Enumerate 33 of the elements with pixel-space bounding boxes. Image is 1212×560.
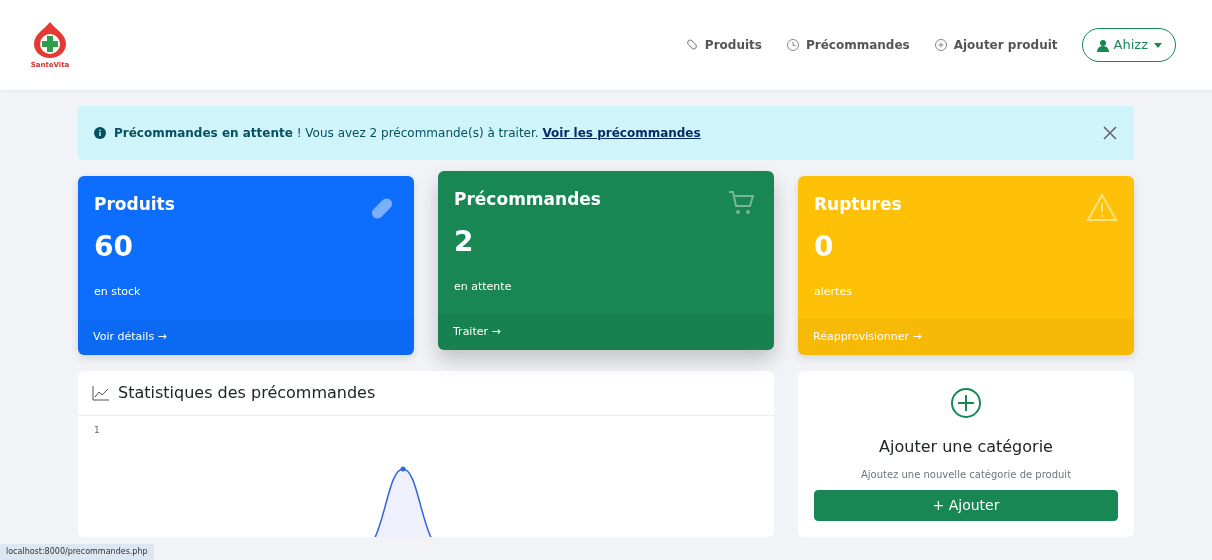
caret-icon <box>1153 41 1163 49</box>
user-icon <box>1094 38 1109 52</box>
stat-value: 60 <box>94 228 134 265</box>
panel-title: Ajouter une catégorie <box>879 436 1053 458</box>
plus-circle-icon <box>950 387 982 419</box>
stat-value: 0 <box>814 228 835 265</box>
panel-title: Statistiques des précommandes <box>118 382 376 404</box>
stat-caption: alertes <box>814 283 853 300</box>
close-icon <box>1102 125 1118 141</box>
chart-icon <box>92 385 110 401</box>
clock-icon <box>785 38 800 52</box>
nav-link[interactable]: Ajouter produit <box>933 36 1058 54</box>
info-icon <box>94 127 106 139</box>
stat-value: 2 <box>454 223 475 260</box>
axis-tick: 1 <box>94 424 101 437</box>
stat-caption: en stock <box>94 283 142 300</box>
status-url: localhost:8000/precommandes.php <box>0 544 154 560</box>
nav-link[interactable]: Produits <box>684 36 762 54</box>
alert-link[interactable]: Voir les précommandes <box>542 126 701 140</box>
alert-message: Précommandes en attente ! Vous avez 2 précommande(s) à traiter. Voir les précommandes <box>114 125 701 142</box>
nav-link[interactable]: Précommandes <box>785 36 910 54</box>
bandage-icon <box>684 38 699 52</box>
card-link[interactable]: Voir détails → <box>78 318 414 355</box>
card-title: Ruptures <box>814 193 902 216</box>
stat-caption: en attente <box>454 278 513 295</box>
user-menu-button[interactable]: Ahizz <box>1081 28 1176 62</box>
panel-subtitle: Ajoutez une nouvelle catégorie de produit <box>860 468 1072 482</box>
warning-icon <box>1086 192 1118 224</box>
card-title: Précommandes <box>454 188 601 211</box>
plus-circle-icon <box>933 38 948 52</box>
card-title: Produits <box>94 193 175 216</box>
add-button[interactable]: + Ajouter <box>814 490 1118 521</box>
card-link[interactable]: Traiter → <box>438 313 774 350</box>
